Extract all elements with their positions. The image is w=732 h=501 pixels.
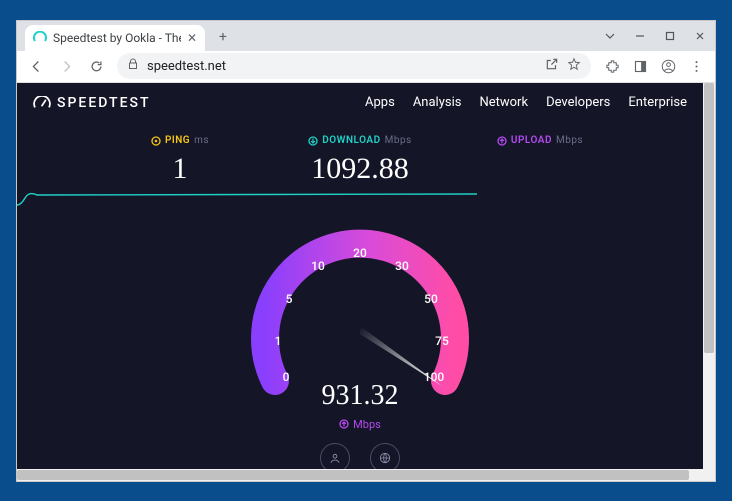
tick-0: 0 bbox=[283, 370, 290, 384]
nav-apps[interactable]: Apps bbox=[365, 95, 395, 110]
horizontal-scrollbar[interactable] bbox=[17, 469, 703, 481]
metrics-row: PING ms 1 DOWNLOAD Mbps 1092.88 bbox=[17, 131, 703, 186]
result-graph bbox=[17, 192, 477, 206]
back-button[interactable] bbox=[23, 53, 49, 79]
page-content: SPEEDTEST Apps Analysis Network Develope… bbox=[17, 83, 715, 481]
share-icon[interactable] bbox=[545, 57, 559, 75]
site-header: SPEEDTEST Apps Analysis Network Develope… bbox=[17, 83, 703, 123]
tick-10: 10 bbox=[311, 259, 325, 273]
download-metric: DOWNLOAD Mbps 1092.88 bbox=[305, 131, 415, 186]
server-button[interactable] bbox=[370, 443, 400, 469]
window-dropdown-button[interactable] bbox=[595, 21, 625, 51]
download-label: DOWNLOAD bbox=[322, 135, 380, 146]
toolbar: speedtest.net bbox=[17, 51, 715, 83]
speed-gauge: 0 1 5 10 20 30 50 75 100 931.32 bbox=[245, 216, 475, 416]
forward-button[interactable] bbox=[53, 53, 79, 79]
new-tab-button[interactable]: + bbox=[211, 25, 235, 49]
ping-icon bbox=[151, 136, 161, 146]
address-bar[interactable]: speedtest.net bbox=[117, 53, 591, 79]
extensions-icon[interactable] bbox=[599, 53, 625, 79]
vertical-scrollbar-thumb[interactable] bbox=[704, 83, 714, 353]
bottom-actions bbox=[17, 443, 703, 469]
tab-title: Speedtest by Ookla - The Global bbox=[53, 31, 181, 45]
menu-icon[interactable] bbox=[683, 53, 709, 79]
ping-label: PING bbox=[165, 135, 190, 146]
site-logo[interactable]: SPEEDTEST bbox=[33, 95, 151, 111]
upload-label: UPLOAD bbox=[511, 135, 552, 146]
site-nav: Apps Analysis Network Developers Enterpr… bbox=[365, 95, 687, 110]
url-text: speedtest.net bbox=[147, 59, 537, 74]
gauge-value: 931.32 bbox=[322, 380, 399, 412]
scroll-corner bbox=[703, 469, 715, 481]
upload-unit: Mbps bbox=[556, 135, 583, 146]
reload-button[interactable] bbox=[83, 53, 109, 79]
nav-enterprise[interactable]: Enterprise bbox=[628, 95, 687, 110]
gauge-upload-icon bbox=[339, 419, 349, 429]
ping-value: 1 bbox=[125, 152, 235, 186]
sidepanel-icon[interactable] bbox=[627, 53, 653, 79]
download-value: 1092.88 bbox=[305, 152, 415, 186]
tick-75: 75 bbox=[435, 334, 449, 348]
lock-icon bbox=[127, 58, 139, 74]
profile-button[interactable] bbox=[320, 443, 350, 469]
profile-icon[interactable] bbox=[655, 53, 681, 79]
nav-network[interactable]: Network bbox=[479, 95, 528, 110]
titlebar: Speedtest by Ookla - The Global ✕ + bbox=[17, 21, 715, 51]
tick-5: 5 bbox=[286, 292, 293, 306]
window-close-button[interactable] bbox=[685, 21, 715, 51]
window-minimize-button[interactable] bbox=[625, 21, 655, 51]
tick-20: 20 bbox=[353, 246, 367, 260]
ping-metric: PING ms 1 bbox=[125, 131, 235, 186]
download-icon bbox=[308, 136, 318, 146]
tick-1: 1 bbox=[275, 334, 282, 348]
bookmark-icon[interactable] bbox=[567, 57, 581, 75]
tick-30: 30 bbox=[395, 259, 409, 273]
download-unit: Mbps bbox=[385, 135, 412, 146]
browser-tab[interactable]: Speedtest by Ookla - The Global ✕ bbox=[25, 25, 205, 51]
gauge-unit-text: Mbps bbox=[353, 418, 381, 431]
tab-favicon bbox=[33, 31, 47, 45]
vertical-scrollbar[interactable] bbox=[703, 83, 715, 469]
tab-close-icon[interactable]: ✕ bbox=[187, 31, 197, 45]
nav-developers[interactable]: Developers bbox=[546, 95, 610, 110]
window-maximize-button[interactable] bbox=[655, 21, 685, 51]
browser-window: Speedtest by Ookla - The Global ✕ + spee… bbox=[16, 20, 716, 482]
upload-icon bbox=[497, 136, 507, 146]
nav-analysis[interactable]: Analysis bbox=[413, 95, 462, 110]
ping-unit: ms bbox=[194, 135, 209, 146]
gauge-unit-row: Mbps bbox=[17, 418, 703, 431]
tick-100: 100 bbox=[424, 370, 444, 384]
tick-50: 50 bbox=[424, 292, 438, 306]
speedtest-logo-icon bbox=[33, 96, 51, 110]
horizontal-scrollbar-thumb[interactable] bbox=[17, 470, 689, 480]
logo-text: SPEEDTEST bbox=[57, 95, 151, 111]
upload-metric: UPLOAD Mbps bbox=[485, 131, 595, 186]
